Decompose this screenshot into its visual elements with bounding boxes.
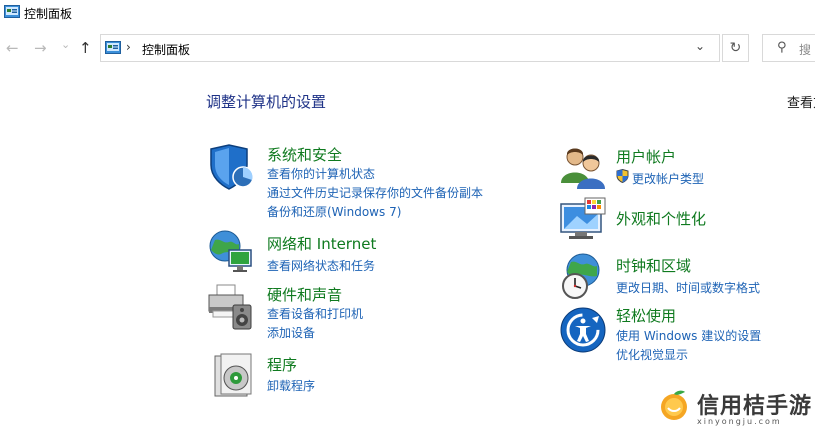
address-bar[interactable]: › 控制面板 ⌄: [100, 34, 720, 62]
control-panel-icon: [105, 41, 121, 54]
shield-icon[interactable]: [207, 143, 255, 191]
link-change-date-time-format[interactable]: 更改日期、时间或数字格式: [616, 279, 760, 296]
recent-locations-button[interactable]: ⌄: [61, 36, 70, 54]
back-button[interactable]: ←: [6, 39, 19, 57]
category-title-appearance[interactable]: 外观和个性化: [616, 208, 706, 229]
search-icon: ⚲: [777, 40, 787, 55]
search-placeholder: 搜: [799, 43, 812, 57]
link-uninstall-program[interactable]: 卸载程序: [267, 377, 315, 394]
clock-globe-icon[interactable]: [559, 252, 607, 300]
chevron-down-icon[interactable]: ⌄: [695, 39, 705, 53]
link-use-recommended-settings[interactable]: 使用 Windows 建议的设置: [616, 327, 761, 344]
category-title-user-accounts[interactable]: 用户帐户: [616, 146, 676, 167]
category-title-network-internet[interactable]: 网络和 Internet: [267, 233, 376, 254]
refresh-button[interactable]: ↻: [722, 34, 749, 62]
control-panel-icon: [4, 5, 20, 18]
category-title-ease-of-access[interactable]: 轻松使用: [616, 305, 676, 326]
uac-shield-icon: [616, 169, 629, 183]
link-optimize-visual-display[interactable]: 优化视觉显示: [616, 346, 688, 363]
link-view-network-status[interactable]: 查看网络状态和任务: [267, 257, 375, 274]
breadcrumb-separator[interactable]: ›: [126, 40, 131, 54]
link-file-history-backup[interactable]: 通过文件历史记录保存你的文件备份副本: [267, 184, 483, 201]
category-title-system-security[interactable]: 系统和安全: [267, 144, 342, 165]
watermark-text: 信用桔手游: [697, 394, 813, 419]
up-button[interactable]: ↑: [79, 39, 92, 57]
view-by-label[interactable]: 查看方: [787, 92, 815, 111]
watermark-url: xinyongju.com: [697, 417, 782, 426]
breadcrumb-control-panel[interactable]: 控制面板: [142, 41, 190, 58]
monitor-palette-icon[interactable]: [559, 196, 607, 244]
users-icon[interactable]: [559, 143, 607, 191]
ease-of-access-icon[interactable]: [559, 306, 607, 354]
link-add-device[interactable]: 添加设备: [267, 324, 315, 341]
programs-disc-icon[interactable]: [211, 352, 259, 400]
forward-button[interactable]: →: [34, 39, 47, 57]
watermark-logo-icon: [661, 390, 687, 420]
link-backup-restore[interactable]: 备份和还原(Windows 7): [267, 203, 401, 220]
title-bar: 控制面板: [0, 0, 815, 30]
globe-network-icon[interactable]: [207, 228, 255, 276]
window-title: 控制面板: [24, 7, 73, 21]
link-change-account-type[interactable]: 更改帐户类型: [632, 170, 704, 187]
link-view-devices-printers[interactable]: 查看设备和打印机: [267, 305, 363, 322]
printer-speaker-icon[interactable]: [207, 283, 255, 331]
search-input[interactable]: ⚲ 搜: [762, 34, 815, 62]
category-title-hardware-sound[interactable]: 硬件和声音: [267, 284, 342, 305]
category-title-programs[interactable]: 程序: [267, 354, 297, 375]
page-title: 调整计算机的设置: [206, 93, 327, 111]
link-view-computer-status[interactable]: 查看你的计算机状态: [267, 165, 375, 182]
category-title-clock-region[interactable]: 时钟和区域: [616, 255, 691, 276]
